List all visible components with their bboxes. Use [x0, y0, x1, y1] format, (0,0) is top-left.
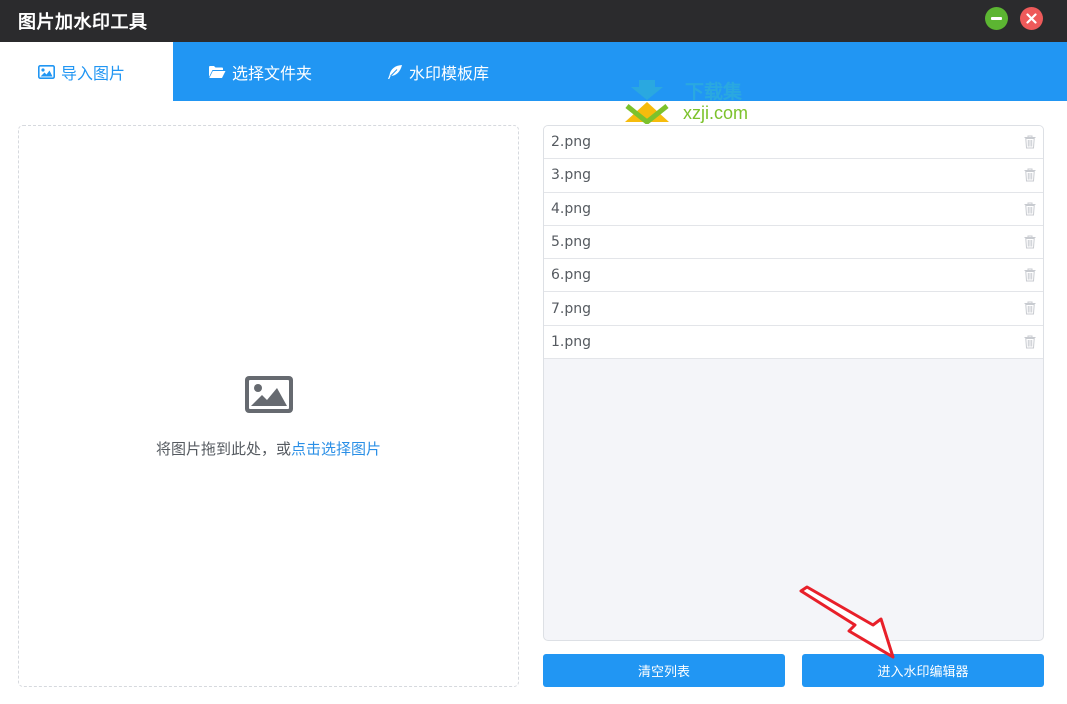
image-icon	[245, 376, 293, 413]
file-name: 1.png	[551, 333, 592, 350]
file-name: 4.png	[551, 200, 592, 217]
list-item[interactable]: 1.png	[544, 325, 1043, 360]
list-item[interactable]: 3.png	[544, 159, 1043, 193]
file-name: 3.png	[551, 167, 592, 184]
clear-list-button[interactable]: 清空列表	[543, 654, 785, 687]
folder-open-icon	[209, 65, 226, 78]
trash-icon[interactable]	[1024, 301, 1036, 315]
file-name: 7.png	[551, 300, 592, 317]
annotation-arrow-icon	[799, 585, 895, 659]
watermark-logo: 下载集 xzji.com	[625, 80, 748, 124]
close-button[interactable]	[1020, 7, 1043, 30]
tab-label: 水印模板库	[409, 63, 490, 83]
list-item[interactable]: 4.png	[544, 192, 1043, 226]
title-bar: 图片加水印工具	[0, 0, 1067, 42]
drop-hint: 将图片拖到此处，或点击选择图片	[19, 438, 518, 459]
trash-icon[interactable]	[1024, 135, 1036, 149]
trash-icon[interactable]	[1024, 335, 1036, 349]
trash-icon[interactable]	[1024, 235, 1036, 249]
minimize-button[interactable]	[985, 7, 1008, 30]
app-title: 图片加水印工具	[18, 12, 148, 33]
drop-hint-text: 将图片拖到此处，或	[155, 440, 291, 458]
feather-icon	[388, 64, 402, 79]
trash-icon[interactable]	[1024, 202, 1036, 216]
file-name: 5.png	[551, 234, 592, 251]
tab-watermark-templates[interactable]: 水印模板库	[387, 42, 489, 101]
file-list: 2.png 3.png 4.png 5.png 6.png 7.png 1.pn…	[543, 125, 1044, 641]
list-item[interactable]: 6.png	[544, 259, 1043, 293]
select-images-link[interactable]: 点击选择图片	[291, 440, 381, 458]
image-icon	[38, 64, 55, 79]
list-item[interactable]: 7.png	[544, 292, 1043, 326]
list-item[interactable]: 2.png	[544, 126, 1043, 160]
trash-icon[interactable]	[1024, 168, 1036, 182]
file-name: 6.png	[551, 267, 592, 284]
tab-import-images[interactable]: 导入图片	[0, 42, 173, 101]
tab-bar: 导入图片 选择文件夹 水印模板库	[0, 42, 1067, 101]
tab-label: 选择文件夹	[232, 63, 313, 83]
tab-select-folder[interactable]: 选择文件夹	[208, 42, 312, 101]
watermark-text-cn: 下载集	[685, 80, 743, 103]
trash-icon[interactable]	[1024, 268, 1036, 282]
tab-label: 导入图片	[61, 63, 126, 83]
watermark-text-url: xzji.com	[683, 103, 748, 123]
image-drop-zone[interactable]: 将图片拖到此处，或点击选择图片	[18, 125, 519, 687]
file-name: 2.png	[551, 134, 592, 151]
close-icon	[1026, 13, 1037, 24]
list-item[interactable]: 5.png	[544, 225, 1043, 260]
